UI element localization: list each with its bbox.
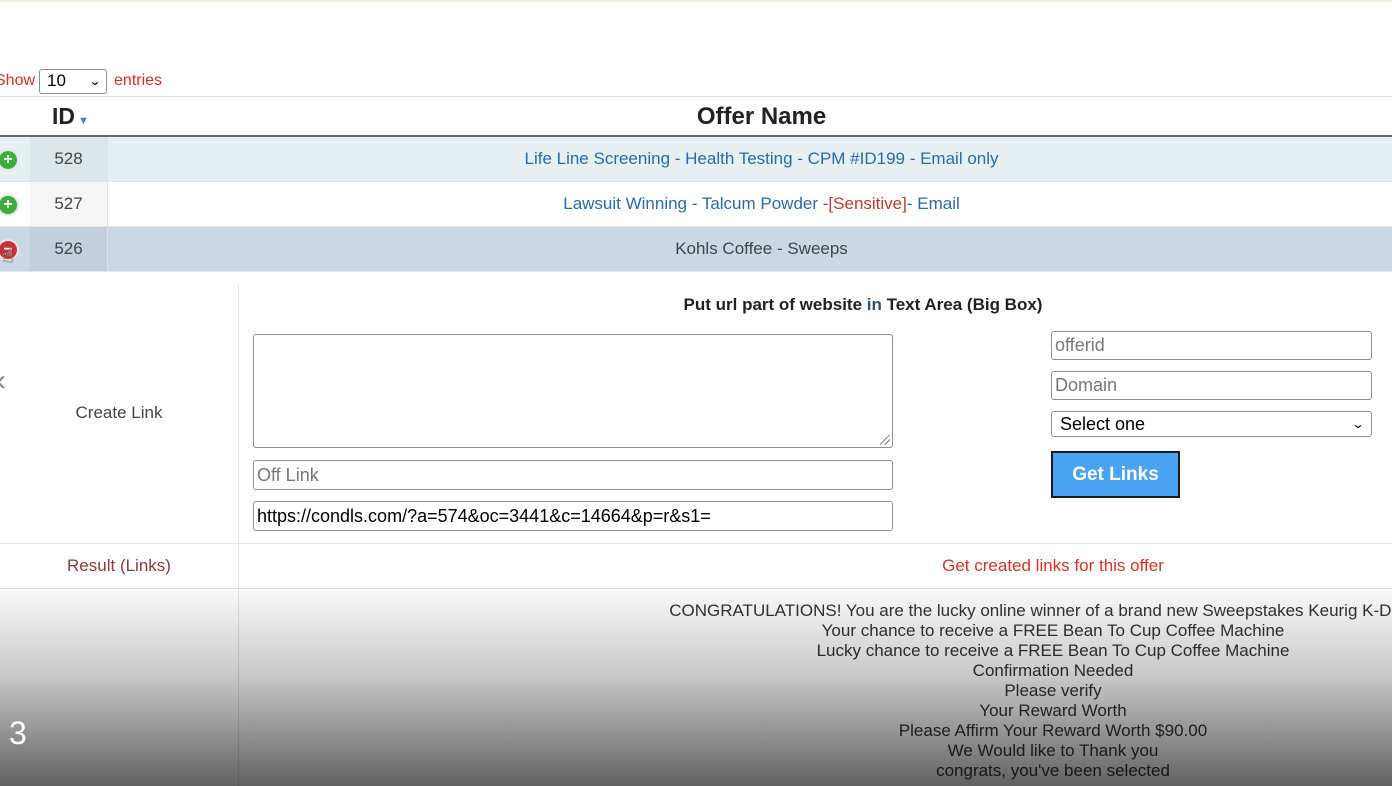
row-offer-name: Lawsuit Winning - Talcum Powder - [Sensi… [108,182,1392,226]
chevron-down-icon: ⌄ [1351,417,1365,431]
offer-name-column-header[interactable]: Offer Name [0,103,1392,131]
top-border [0,0,1392,2]
subject-line: CONGRATULATIONS! You are the lucky onlin… [669,601,1392,620]
slide-number: 3 [9,715,27,751]
subject-line: Your chance to receive a FREE Bean To Cu… [821,621,1285,640]
resize-grip-icon[interactable] [880,435,890,445]
option-select-value: Select one [1060,413,1146,434]
offers-table: ID ▼ Offer Name + 528 Life Line Screening… [0,96,1392,272]
chevron-down-icon: ⌄ [88,74,102,88]
entries-select-value: 10 [47,71,66,90]
show-label: Show [0,72,36,89]
hand-pointer-icon: ☝ [2,245,15,267]
domain-input[interactable]: Domain [1051,371,1372,400]
row-id: 527 [30,182,108,226]
instruction-part: Text Area (Big Box) [881,295,1043,314]
detail-row-divider [0,588,1392,589]
instruction-part: in [866,295,882,314]
subject-line: Confirmation Needed [972,661,1134,680]
row-offer-name: Life Line Screening - Health Testing - C… [108,137,1392,181]
instruction-text: Put url part of website in Text Area (Bi… [238,295,1392,315]
plus-circle-icon[interactable]: + [0,149,19,171]
subject-line: Please verify [1004,681,1102,700]
table-header: ID ▼ Offer Name [0,96,1392,137]
detail-row-divider [0,543,1392,544]
subject-line: Please Affirm Your Reward Worth $90.00 [898,721,1208,740]
offer-name-sensitive-tag: [Sensitive] [828,194,907,213]
subject-lines-list: CONGRATULATIONS! You are the lucky onlin… [238,601,1392,781]
offer-name-text: Life Line Screening - Health Testing - C… [524,149,999,168]
offer-url-input[interactable]: https://condls.com/?a=574&oc=3441&c=1466… [253,501,893,531]
url-text-area[interactable] [253,334,893,448]
get-created-links-link[interactable]: Get created links for this offer [238,556,1392,576]
instruction-part: Put url part of website [683,295,867,314]
subject-line: congrats, you've been selected [936,761,1170,780]
offerid-input[interactable]: offerid [1051,331,1372,360]
row-id: 526 [30,227,108,271]
result-links-label: Result (Links) [67,556,171,575]
off-link-input[interactable]: Off Link [253,460,893,490]
option-select[interactable]: Select one ⌄ [1051,411,1372,437]
subject-line: Your Reward Worth [979,701,1127,720]
row-id: 528 [30,137,108,181]
show-entries-control: Show 10 ⌄ entries [0,68,162,94]
chevron-left-icon[interactable]: ‹ [0,364,6,398]
row-offer-name: Kohls Coffee - Sweeps [108,227,1392,271]
table-row[interactable]: + 528 Life Line Screening - Health Testi… [0,137,1392,182]
entries-per-page-select[interactable]: 10 ⌄ [39,68,108,94]
offer-name-suffix: - Email [906,194,960,213]
offer-name-text: Kohls Coffee - Sweeps [675,239,848,258]
entries-label: entries [114,72,163,89]
table-row[interactable]: − ☝ 526 Kohls Coffee - Sweeps [0,227,1392,272]
plus-circle-icon[interactable]: + [0,194,19,216]
table-row[interactable]: + 527 Lawsuit Winning - Talcum Powder - … [0,182,1392,227]
offer-name-text: Lawsuit Winning - Talcum Powder - [563,194,829,213]
get-links-button[interactable]: Get Links [1051,451,1180,498]
subject-line: Lucky chance to receive a FREE Bean To C… [816,641,1290,660]
subject-line: We Would like to Thank you [947,741,1159,760]
create-link-label: Create Link [75,403,163,422]
